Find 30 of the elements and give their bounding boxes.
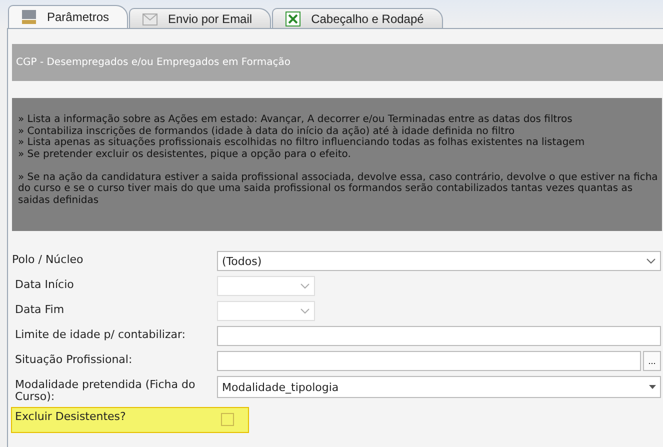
info-line: » Se pretender excluir os desistentes, pique a opção para o efeito. (18, 148, 352, 160)
envelope-icon (142, 10, 158, 26)
info-line: » Lista a informação sobre as Ações em estado: Avançar, A decorrer e/ou Terminadas entre as datas dos filtros (18, 114, 574, 126)
tab[interactable]: Cabeçalho e Rodapé (272, 8, 443, 28)
field-label: Data Início (14, 277, 75, 291)
computer-icon (21, 9, 37, 25)
text-field[interactable] (217, 351, 641, 371)
chevron-icon (300, 308, 310, 314)
combo-box[interactable]: (Todos) (217, 251, 661, 271)
field-label: Excluir Desistentes? (14, 409, 127, 425)
field-label: Modalidade pretendida (Ficha do Curso): (14, 377, 196, 403)
info-line: » Contabiliza inscrições de formandos (idade à data do início da ação) até à idade definida no filtro (18, 126, 516, 137)
tab[interactable]: Envio por Email (129, 8, 272, 28)
date-picker[interactable] (217, 276, 315, 296)
date-picker[interactable] (217, 301, 315, 321)
dropdown[interactable]: Modalidade_tipologia (217, 376, 661, 398)
chevron-icon (646, 258, 656, 264)
report-title: CGP - Desempregados e/ou Empregados em Formação (12, 44, 663, 81)
info-line: » Lista apenas as situações profissionais escolhidas no filtro influenciando todas as folhas existentes na listagem (18, 137, 586, 148)
dropdown-arrow-icon (649, 385, 656, 389)
field-label: Data Fim (14, 302, 66, 316)
tab[interactable]: Parâmetros (8, 5, 128, 28)
browse-button[interactable]: ... (643, 351, 661, 371)
checkbox[interactable] (221, 413, 234, 426)
field-label: Situação Profissional: (14, 352, 134, 366)
field-label: Polo / Núcleo (12, 252, 84, 266)
field-label: Limite de idade p/ contabilizar: (14, 327, 186, 341)
chevron-icon (300, 283, 310, 289)
text-field[interactable] (217, 326, 661, 346)
info-line: » Se na ação da candidatura estiver a saida profissional associada, devolve essa, caso contrário, devolve o que estiver na ficha do curso e se o curso tiver mais do que uma saida profissional os formandos serão contabilizados tantas vezes quantas as saidas definidas (18, 172, 659, 206)
